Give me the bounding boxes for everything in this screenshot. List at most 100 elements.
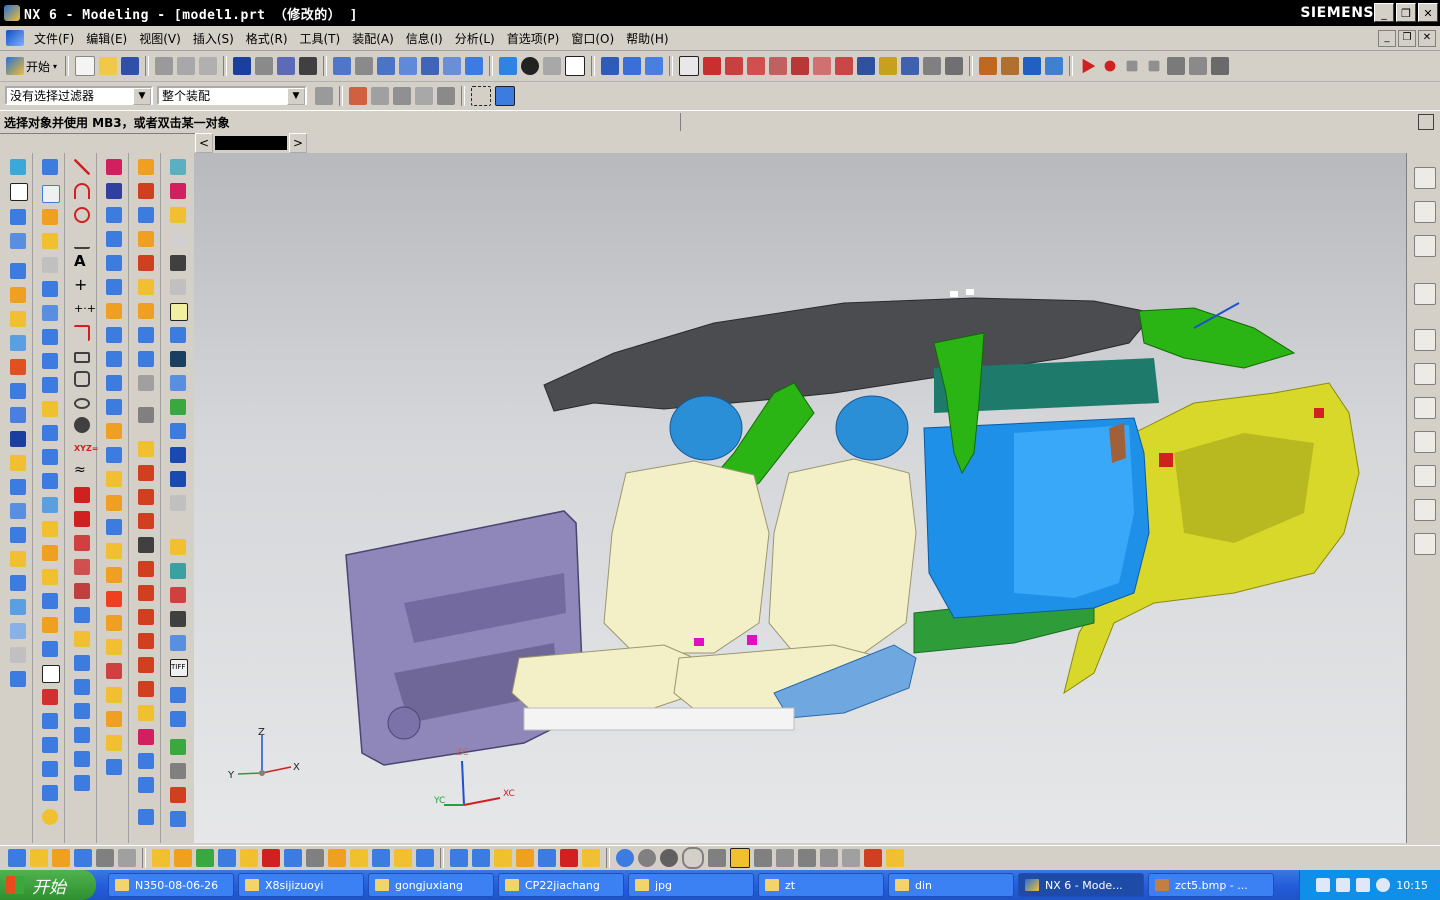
promotion-icon[interactable]	[350, 849, 368, 867]
stop-macro-icon[interactable]	[1148, 60, 1160, 72]
network-icon[interactable]	[1356, 878, 1371, 892]
taskbar-item-zct5-bmp[interactable]: zct5.bmp - ...	[1148, 873, 1274, 897]
existing-point-icon[interactable]	[857, 57, 876, 75]
reference-surface-icon[interactable]	[138, 777, 154, 793]
text-icon[interactable]: A	[74, 253, 90, 269]
select-body-icon[interactable]	[437, 86, 455, 105]
doc-restore-button[interactable]: ❐	[1398, 30, 1416, 47]
cut-icon[interactable]	[155, 57, 174, 75]
assembly-cut-icon[interactable]	[284, 849, 302, 867]
render-icon[interactable]	[170, 711, 186, 727]
matching-edge-icon[interactable]	[106, 663, 122, 679]
ellipse-icon[interactable]	[74, 398, 90, 409]
menu-information[interactable]: 信息(I)	[400, 30, 449, 47]
start-button[interactable]: 开始	[0, 870, 96, 900]
wave-geometry-icon[interactable]	[306, 849, 324, 867]
history-icon[interactable]	[1414, 329, 1436, 351]
trim-body-icon[interactable]	[10, 647, 26, 663]
doc-close-button[interactable]: ✕	[1418, 30, 1436, 47]
quadrant-point-icon[interactable]	[835, 57, 854, 75]
transition-icon[interactable]	[106, 351, 122, 367]
helix-curve-icon[interactable]	[138, 657, 154, 673]
curve-length-icon[interactable]	[74, 727, 90, 743]
minimize-button[interactable]: _	[1374, 3, 1394, 22]
face-analysis-icon[interactable]	[170, 303, 188, 321]
datum-plane-icon[interactable]	[10, 183, 28, 201]
comb-icon[interactable]	[170, 183, 186, 199]
point-on-face-icon[interactable]	[901, 57, 920, 75]
wrap-geometry-icon[interactable]	[42, 473, 58, 489]
measure-angle-icon[interactable]	[1001, 57, 1020, 75]
project-curve-icon[interactable]	[74, 487, 90, 503]
fillet-surface-icon[interactable]	[138, 279, 154, 295]
snap-mid-icon[interactable]	[645, 57, 664, 75]
emboss-sheet-icon[interactable]	[138, 753, 154, 769]
rough-offset-icon[interactable]	[106, 519, 122, 535]
instance-icon[interactable]	[42, 377, 58, 393]
variable-offset-icon[interactable]	[138, 231, 154, 247]
new-file-icon[interactable]	[75, 56, 96, 76]
render-style-icon[interactable]	[543, 57, 562, 75]
show-hide-icon[interactable]	[450, 849, 468, 867]
thread-icon[interactable]	[10, 527, 26, 543]
link-browser-icon[interactable]	[372, 849, 390, 867]
document-icon[interactable]	[6, 30, 24, 46]
open-folder-icon[interactable]	[99, 57, 118, 75]
delete-body-icon[interactable]	[42, 641, 58, 657]
orient-view-icon[interactable]	[499, 57, 518, 75]
point-snap-icon[interactable]	[703, 57, 722, 75]
back-arrow-icon[interactable]	[1376, 878, 1391, 892]
select-face-icon[interactable]	[393, 86, 411, 105]
manufacturing-wizards-icon[interactable]	[1414, 431, 1436, 453]
slope-icon[interactable]	[170, 375, 186, 391]
cone-icon[interactable]	[10, 311, 26, 327]
circle-icon[interactable]	[74, 207, 90, 223]
chamfer-icon[interactable]	[42, 185, 60, 203]
start-menu-button[interactable]: 开始 ▾	[0, 57, 61, 75]
pocket-icon[interactable]	[10, 407, 26, 423]
draft-analysis-icon[interactable]	[170, 423, 186, 439]
assembly-constraints-icon[interactable]	[8, 849, 26, 867]
cylinder-body-icon[interactable]	[42, 761, 58, 777]
layer-display-icon[interactable]	[708, 849, 726, 867]
interpart-link-icon[interactable]	[328, 849, 346, 867]
boss-icon[interactable]	[10, 383, 26, 399]
face-rotate-icon[interactable]	[138, 351, 154, 367]
offset-sheet-icon[interactable]	[106, 495, 122, 511]
material-icon[interactable]	[170, 563, 186, 579]
no-display-icon[interactable]	[682, 847, 704, 869]
color-palette-icon[interactable]	[582, 849, 600, 867]
undo-icon[interactable]	[233, 57, 252, 75]
isoparametric-icon[interactable]	[138, 585, 154, 601]
ray-trace-icon[interactable]	[170, 763, 186, 779]
select-feature-icon[interactable]	[415, 86, 433, 105]
offset-face-icon[interactable]	[10, 599, 26, 615]
fillet-curve-icon[interactable]	[74, 325, 90, 341]
aesthetic-face-blend-icon[interactable]	[138, 327, 154, 343]
copy-icon[interactable]	[177, 57, 196, 75]
fit-view-icon[interactable]	[333, 57, 352, 75]
menu-tools[interactable]: 工具(T)	[294, 30, 347, 47]
taskbar-item-nx6[interactable]: NX 6 - Mode...	[1018, 873, 1144, 897]
reuse-library-icon[interactable]	[1414, 283, 1436, 305]
through-curve-mesh-icon[interactable]	[106, 231, 122, 247]
section-curve-icon[interactable]	[74, 535, 90, 551]
intersection-curve-icon[interactable]	[74, 511, 90, 527]
x-form-icon[interactable]	[106, 615, 122, 631]
mate-component-icon[interactable]	[152, 849, 170, 867]
curve-analysis-icon[interactable]	[170, 159, 186, 175]
change-stiffness-icon[interactable]	[106, 735, 122, 751]
global-shaping-icon[interactable]	[106, 543, 122, 559]
thicken-icon[interactable]	[42, 521, 58, 537]
rotate-view-icon[interactable]	[421, 57, 440, 75]
chevron-down-icon[interactable]: ▼	[133, 88, 151, 105]
undo-select-icon[interactable]	[371, 86, 389, 105]
menu-edit[interactable]: 编辑(E)	[80, 30, 133, 47]
patch-icon[interactable]	[42, 353, 58, 369]
edge-symmetry-icon[interactable]	[106, 687, 122, 703]
help-icon[interactable]	[1336, 878, 1351, 892]
chevron-down-icon[interactable]: ▼	[287, 88, 305, 105]
datum-csys-icon[interactable]	[42, 665, 60, 683]
control-point-icon[interactable]	[769, 57, 788, 75]
grip-icon[interactable]	[1189, 57, 1208, 75]
